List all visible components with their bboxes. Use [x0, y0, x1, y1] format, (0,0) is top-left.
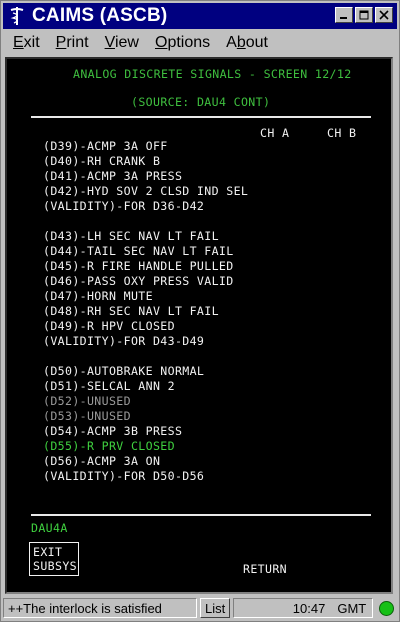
- signal-line: (VALIDITY)-FOR D36-D42: [43, 199, 205, 213]
- signal-line: (D53)-UNUSED: [43, 409, 131, 423]
- status-message: ++The interlock is satisfied: [3, 598, 197, 618]
- screen-header: ANALOG DISCRETE SIGNALS - SCREEN 12/12: [73, 67, 352, 81]
- bottom-divider: [31, 514, 371, 516]
- menu-about[interactable]: About: [226, 34, 268, 52]
- maximize-button[interactable]: [355, 7, 373, 23]
- menu-exit[interactable]: Exit: [13, 34, 40, 52]
- menu-bar: Exit Print View Options About: [3, 31, 397, 55]
- dau-label: DAU4A: [31, 521, 68, 535]
- status-led-icon: [379, 600, 395, 616]
- menu-print[interactable]: Print: [56, 34, 89, 52]
- clock-field: 10:47 GMT: [233, 598, 374, 618]
- exit-subsys-button[interactable]: EXIT SUBSYS: [29, 542, 79, 576]
- clock-time: 10:47: [292, 600, 326, 616]
- signal-line: (D52)-UNUSED: [43, 394, 131, 408]
- channel-a-header: CH A: [260, 126, 290, 140]
- close-button[interactable]: [375, 7, 393, 23]
- signal-line: (D41)-ACMP 3A PRESS: [43, 169, 183, 183]
- return-button[interactable]: RETURN: [243, 562, 287, 576]
- signal-line: (D45)-R FIRE HANDLE PULLED: [43, 259, 234, 273]
- exit-label: EXIT: [33, 545, 63, 559]
- screen-source: (SOURCE: DAU4 CONT): [131, 95, 271, 109]
- menu-options[interactable]: Options: [155, 34, 210, 52]
- signal-line: (VALIDITY)-FOR D50-D56: [43, 469, 205, 483]
- clock-timezone: GMT: [337, 600, 367, 616]
- signal-line: (D48)-RH SEC NAV LT FAIL: [43, 304, 219, 318]
- maximize-icon: [359, 10, 369, 20]
- caduceus-icon: [6, 5, 28, 27]
- title-bar[interactable]: CAIMS (ASCB): [3, 3, 397, 29]
- signal-line: (VALIDITY)-FOR D43-D49: [43, 334, 205, 348]
- signal-line: (D51)-SELCAL ANN 2: [43, 379, 175, 393]
- minimize-button[interactable]: [335, 7, 353, 23]
- signal-line: (D50)-AUTOBRAKE NORMAL: [43, 364, 205, 378]
- signal-line: (D49)-R HPV CLOSED: [43, 319, 175, 333]
- signal-line: (D42)-HYD SOV 2 CLSD IND SEL: [43, 184, 249, 198]
- close-icon: [379, 10, 389, 20]
- signal-line: (D47)-HORN MUTE: [43, 289, 153, 303]
- signal-line: (D39)-ACMP 3A OFF: [43, 139, 168, 153]
- channel-b-header: CH B: [327, 126, 357, 140]
- signal-line: (D46)-PASS OXY PRESS VALID: [43, 274, 234, 288]
- list-button[interactable]: List: [200, 598, 231, 618]
- signal-line: (D44)-TAIL SEC NAV LT FAIL: [43, 244, 234, 258]
- signal-line: (D56)-ACMP 3A ON: [43, 454, 161, 468]
- status-bar: ++The interlock is satisfied List 10:47 …: [3, 597, 397, 619]
- window-title: CAIMS (ASCB): [32, 5, 168, 26]
- app-window: CAIMS (ASCB) Exit Print View Options Abo…: [0, 0, 400, 622]
- top-divider: [31, 116, 371, 118]
- signal-line: (D54)-ACMP 3B PRESS: [43, 424, 183, 438]
- display-screen: ANALOG DISCRETE SIGNALS - SCREEN 12/12 (…: [5, 57, 393, 594]
- menu-view[interactable]: View: [105, 34, 139, 52]
- signal-line: (D40)-RH CRANK B: [43, 154, 161, 168]
- subsys-label: SUBSYS: [33, 559, 77, 573]
- minimize-icon: [340, 17, 347, 19]
- signal-line: (D43)-LH SEC NAV LT FAIL: [43, 229, 219, 243]
- signal-line: (D55)-R PRV CLOSED: [43, 439, 175, 453]
